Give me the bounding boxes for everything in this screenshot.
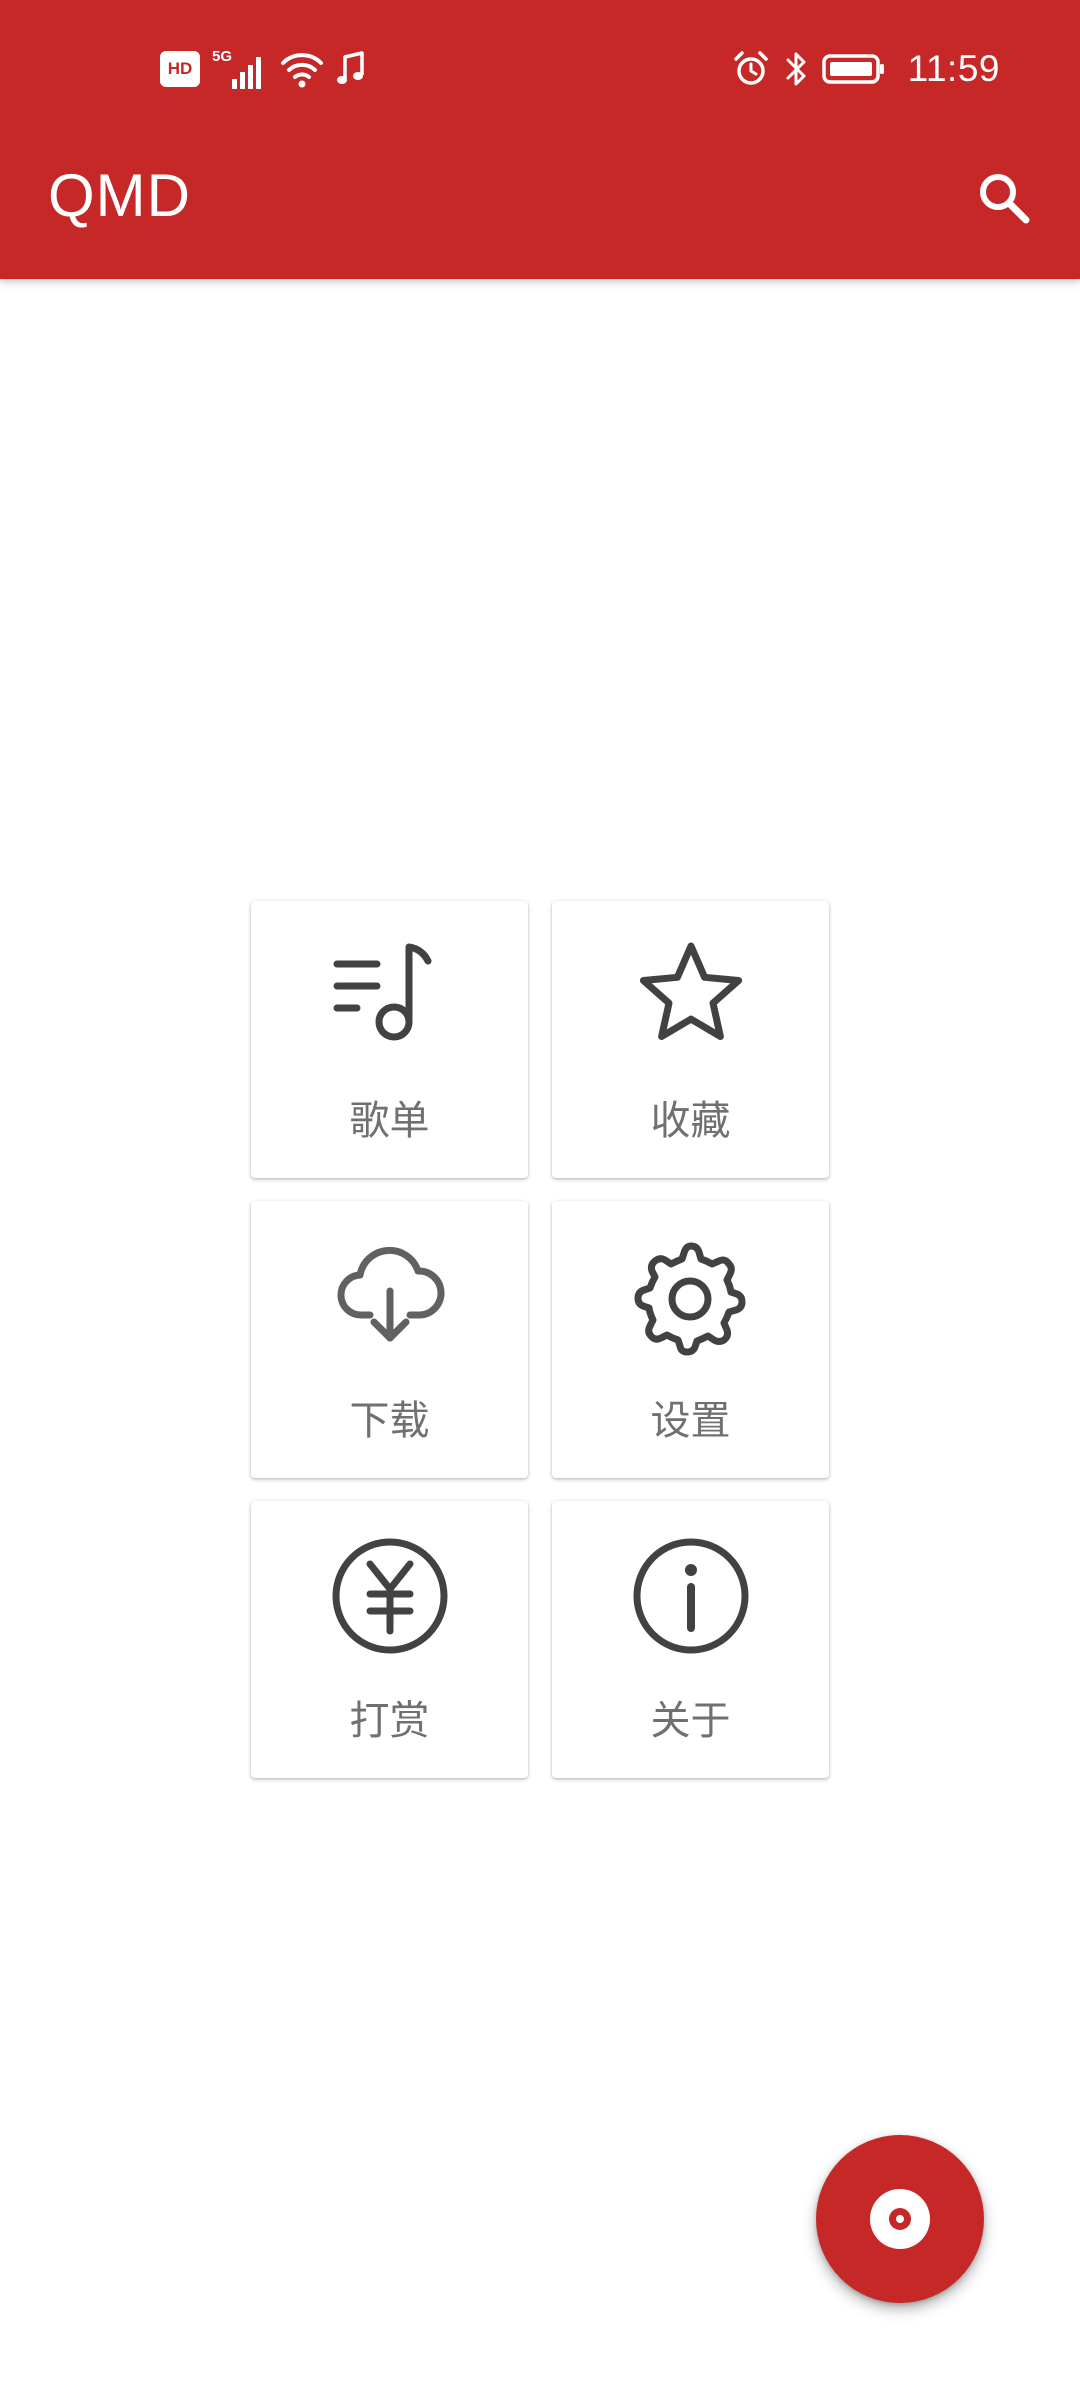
menu-label-donate: 打赏 [349,1698,430,1744]
signal-5g-icon: 5G [212,47,268,91]
hd-badge: HD [160,51,200,87]
menu-card-favorites[interactable]: 收藏 [552,901,829,1178]
status-bar-left: HD 5G [160,46,366,92]
menu-grid: 歌单 收藏 下载 设置 打赏 关于 [251,901,829,1778]
now-playing-fab[interactable] [816,2135,984,2303]
menu-label-download: 下载 [349,1398,430,1444]
search-icon [976,170,1032,226]
menu-label-playlist: 歌单 [349,1098,430,1144]
playlist-icon [251,931,528,1061]
menu-card-settings[interactable]: 设置 [552,1201,829,1478]
battery-icon [821,53,886,85]
menu-card-about[interactable]: 关于 [552,1501,829,1778]
menu-card-donate[interactable]: 打赏 [251,1501,528,1778]
disc-icon [868,2187,932,2251]
alarm-icon [732,50,770,88]
menu-card-playlist[interactable]: 歌单 [251,901,528,1178]
search-button[interactable] [964,158,1044,238]
menu-card-download[interactable]: 下载 [251,1201,528,1478]
settings-gear-icon [552,1231,829,1361]
app-title: QMD [48,162,191,229]
cloud-download-icon [251,1231,528,1361]
bluetooth-icon [784,49,808,89]
info-icon [552,1531,829,1661]
menu-label-favorites: 收藏 [650,1098,731,1144]
app-bar: HD 5G 11:59 QMD [0,0,1080,279]
wifi-icon [280,49,324,89]
menu-label-about: 关于 [650,1698,731,1744]
status-bar-right: 11:59 [732,46,1000,92]
svg-text:5G: 5G [212,48,232,65]
status-time: 11:59 [907,48,1000,89]
yen-coin-icon [251,1531,528,1661]
menu-label-settings: 设置 [650,1398,731,1444]
music-note-icon [336,51,366,87]
status-bar: HD 5G 11:59 [0,0,1080,136]
star-icon [552,931,829,1061]
